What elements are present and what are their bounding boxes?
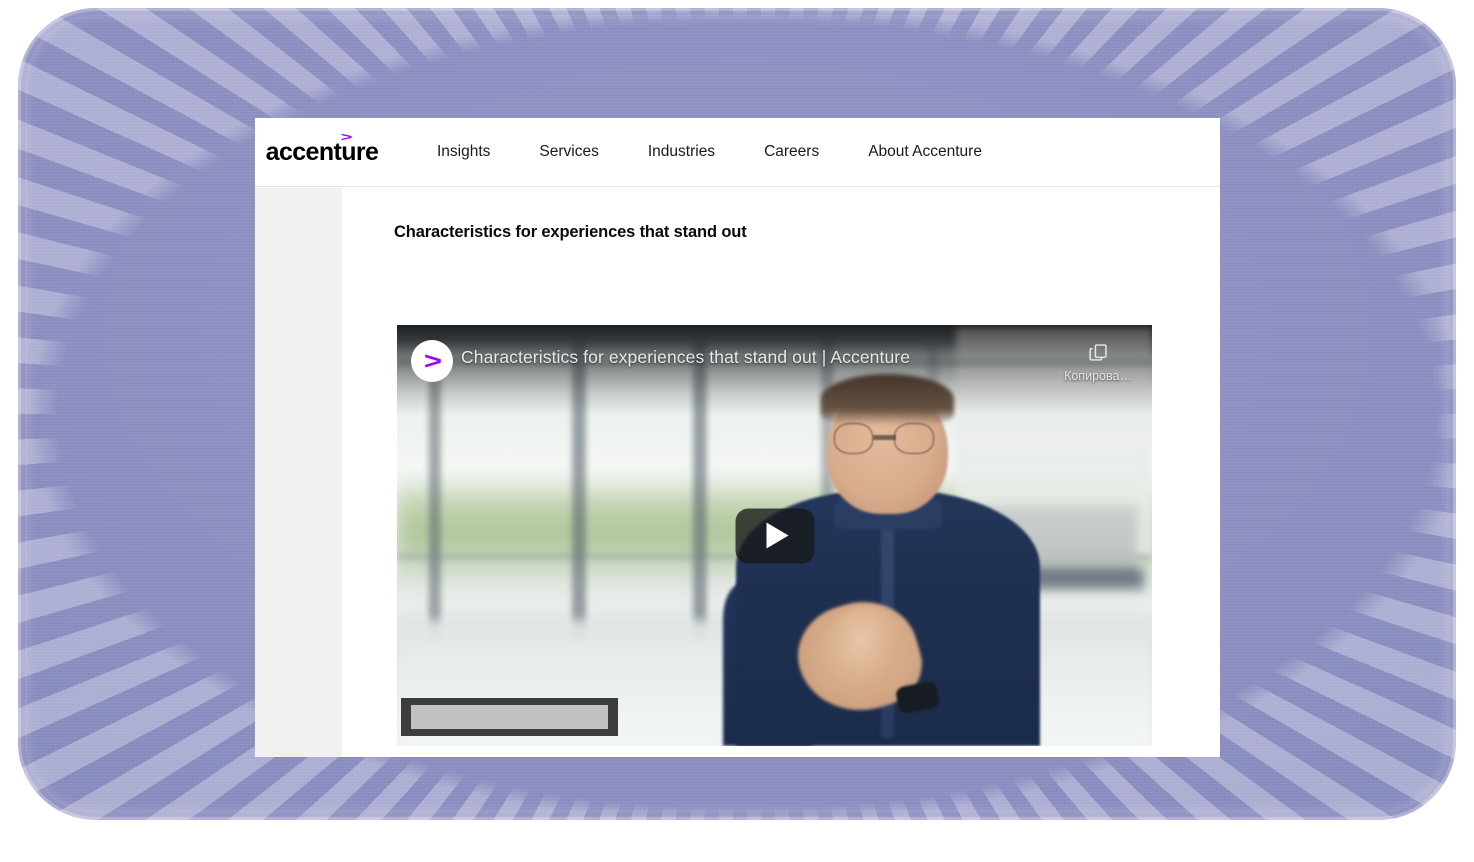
accenture-chevron-icon: > bbox=[340, 130, 353, 144]
website-screenshot-card: accenture > Insights Services Industries… bbox=[255, 118, 1220, 757]
presenter-glasses-bridge bbox=[873, 434, 896, 441]
main-navigation: Insights Services Industries Careers Abo… bbox=[437, 143, 982, 161]
channel-avatar[interactable]: > bbox=[411, 340, 453, 382]
redacted-inner-bar bbox=[411, 705, 608, 729]
left-gray-rail bbox=[255, 188, 342, 757]
content-column: Characteristics for experiences that sta… bbox=[342, 188, 1220, 757]
nav-item-services[interactable]: Services bbox=[539, 143, 598, 161]
accenture-wordmark: accenture bbox=[265, 137, 379, 166]
copy-link-label: Копирова… bbox=[1064, 369, 1132, 383]
redacted-overlay-block bbox=[401, 698, 618, 736]
accenture-logo[interactable]: accenture > bbox=[263, 131, 381, 166]
nav-item-insights[interactable]: Insights bbox=[437, 143, 490, 161]
nav-item-about-accenture[interactable]: About Accenture bbox=[868, 143, 982, 161]
page-title: Characteristics for experiences that sta… bbox=[394, 223, 747, 241]
play-triangle bbox=[766, 522, 788, 549]
copy-icon bbox=[1052, 338, 1144, 366]
nav-item-careers[interactable]: Careers bbox=[764, 143, 819, 161]
play-button-icon[interactable] bbox=[735, 508, 814, 563]
accenture-chevron-icon: > bbox=[423, 347, 443, 375]
youtube-video-embed[interactable]: > Characteristics for experiences that s… bbox=[397, 325, 1152, 746]
video-overlay-title[interactable]: Characteristics for experiences that sta… bbox=[461, 347, 910, 368]
nav-item-industries[interactable]: Industries bbox=[648, 143, 715, 161]
presenter-glasses-right-lens bbox=[894, 422, 934, 454]
video-top-scrim bbox=[397, 325, 1152, 415]
copy-link-button[interactable]: Копирова… bbox=[1052, 338, 1144, 383]
site-header: accenture > Insights Services Industries… bbox=[255, 118, 1220, 187]
presenter-glasses-left-lens bbox=[833, 422, 874, 454]
